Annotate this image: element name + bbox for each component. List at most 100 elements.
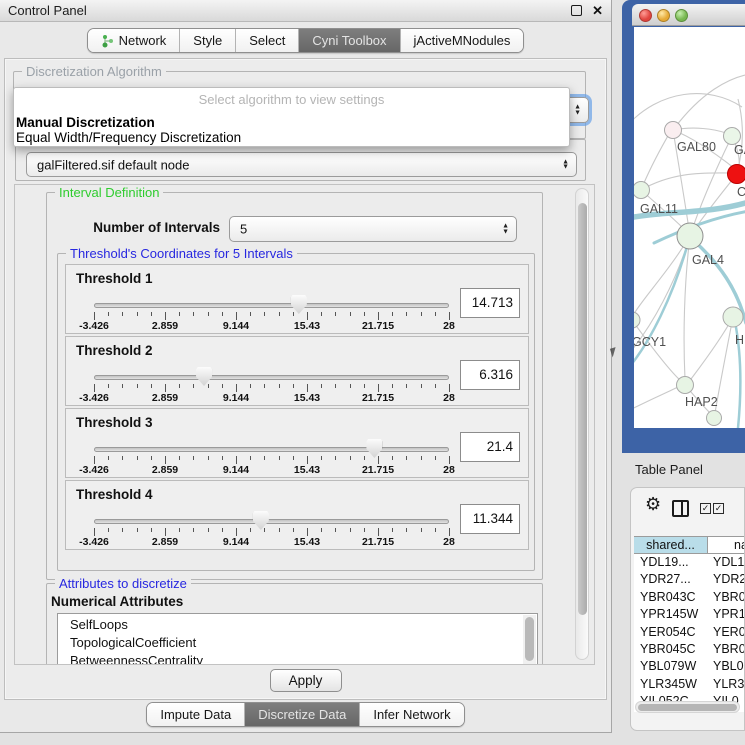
threshold-value-field[interactable]: 11.344 bbox=[460, 504, 520, 534]
tick-mark bbox=[222, 312, 223, 316]
network-edge-thick bbox=[634, 243, 688, 373]
tick-mark bbox=[350, 528, 351, 532]
tab-network[interactable]: Network bbox=[88, 29, 181, 52]
threshold-panel-4: Threshold 4-3.4262.8599.14415.4321.71528… bbox=[65, 480, 529, 550]
table-row[interactable]: YDR27...YDR2 bbox=[634, 571, 745, 588]
threshold-slider-track[interactable] bbox=[94, 375, 449, 380]
network-node[interactable] bbox=[634, 182, 650, 199]
tick-label: -3.426 bbox=[79, 536, 109, 548]
list-scrollbar-thumb[interactable] bbox=[525, 617, 534, 661]
tick-label: 2.859 bbox=[152, 320, 178, 332]
number-of-intervals-label: Number of Intervals bbox=[47, 220, 220, 235]
tick-mark bbox=[406, 312, 407, 316]
network-node[interactable] bbox=[728, 165, 745, 184]
network-edge bbox=[634, 387, 678, 412]
list-item[interactable]: BetweennessCentrality bbox=[58, 652, 537, 665]
threshold-label: Threshold 4 bbox=[76, 487, 153, 502]
tab-jactivemnodules[interactable]: jActiveMNodules bbox=[401, 29, 524, 52]
numerical-attributes-list[interactable]: SelfLoopsTopologicalCoefficientBetweenne… bbox=[57, 613, 538, 665]
attributes-group: Attributes to discretize Numerical Attri… bbox=[46, 583, 543, 665]
tick-mark bbox=[406, 528, 407, 532]
cell-name: YPR1 bbox=[708, 606, 745, 623]
table-data-combobox[interactable]: galFiltered.sif default node bbox=[26, 152, 577, 177]
table-row[interactable]: YPR145WYPR1 bbox=[634, 606, 745, 623]
table-row[interactable]: YBR045CYBR0 bbox=[634, 641, 745, 658]
combo-arrows-icon bbox=[574, 105, 581, 116]
list-item[interactable]: TopologicalCoefficient bbox=[58, 634, 537, 652]
checkbox-icon[interactable]: ✓ bbox=[713, 503, 724, 514]
tab-discretize-data[interactable]: Discretize Data bbox=[245, 703, 360, 726]
dropdown-option-equal-width-frequency-discretization[interactable]: Equal Width/Frequency Discretization bbox=[16, 130, 567, 145]
list-item[interactable]: SelfLoops bbox=[58, 616, 537, 634]
network-node[interactable] bbox=[723, 307, 743, 327]
tab-select[interactable]: Select bbox=[236, 29, 299, 52]
tick-label: 28 bbox=[443, 464, 455, 476]
threshold-slider-handle[interactable] bbox=[366, 439, 382, 458]
column-header-name[interactable]: na bbox=[708, 537, 745, 553]
network-canvas[interactable]: GAL80GACGAL11GAL4GCY1HHAP2 bbox=[634, 27, 745, 428]
column-layout-icon[interactable] bbox=[672, 500, 689, 517]
number-of-intervals-spinner[interactable]: 5 bbox=[229, 216, 517, 242]
column-header-shared-name[interactable]: shared... bbox=[634, 537, 708, 553]
tick-mark bbox=[449, 384, 450, 392]
tick-mark bbox=[264, 312, 265, 316]
network-window-titlebar[interactable] bbox=[632, 4, 745, 26]
node-table[interactable]: shared...na YDL19...YDL1YDR27...YDR2YBR0… bbox=[634, 536, 745, 712]
dropdown-option-manual-discretization[interactable]: Manual Discretization bbox=[16, 115, 567, 130]
threshold-slider-handle[interactable] bbox=[253, 511, 269, 530]
tick-mark bbox=[279, 312, 280, 316]
tab-cyni-toolbox[interactable]: Cyni Toolbox bbox=[299, 29, 400, 52]
tick-mark bbox=[193, 528, 194, 532]
table-row[interactable]: YER054CYER0 bbox=[634, 624, 745, 641]
tab-label: Cyni Toolbox bbox=[312, 33, 386, 48]
network-node[interactable] bbox=[665, 122, 682, 139]
tick-mark bbox=[179, 528, 180, 532]
float-panel-icon[interactable] bbox=[571, 5, 582, 16]
tick-mark bbox=[364, 312, 365, 316]
horizontal-scrollbar-thumb[interactable] bbox=[638, 704, 737, 711]
table-row[interactable]: YLR345WYLR3 bbox=[634, 676, 745, 693]
table-panel-title: Table Panel bbox=[635, 462, 703, 477]
tick-mark bbox=[179, 456, 180, 460]
tick-mark bbox=[122, 456, 123, 460]
threshold-value-field[interactable]: 14.713 bbox=[460, 288, 520, 318]
table-row[interactable]: YDL19...YDL1 bbox=[634, 554, 745, 571]
threshold-slider-track[interactable] bbox=[94, 447, 449, 452]
threshold-slider-handle[interactable] bbox=[196, 367, 212, 386]
gear-icon[interactable]: ⚙ bbox=[645, 494, 661, 515]
table-row[interactable]: YBR043CYBR0 bbox=[634, 589, 745, 606]
apply-button[interactable]: Apply bbox=[270, 669, 342, 692]
network-edge bbox=[641, 134, 669, 190]
table-row[interactable]: YBL079WYBL0 bbox=[634, 658, 745, 675]
tab-style[interactable]: Style bbox=[180, 29, 236, 52]
vertical-scrollbar-thumb[interactable] bbox=[578, 203, 587, 615]
checkbox-icon[interactable]: ✓ bbox=[700, 503, 711, 514]
close-panel-icon[interactable]: ✕ bbox=[592, 5, 603, 16]
list-scrollbar[interactable] bbox=[523, 615, 536, 665]
network-node[interactable] bbox=[724, 128, 741, 145]
tick-mark bbox=[151, 528, 152, 532]
tick-label: 9.144 bbox=[223, 536, 249, 548]
tick-mark bbox=[222, 528, 223, 532]
horizontal-scrollbar[interactable] bbox=[635, 701, 740, 713]
network-node[interactable] bbox=[677, 223, 703, 249]
network-node[interactable] bbox=[634, 312, 640, 328]
vertical-scrollbar[interactable] bbox=[575, 188, 589, 660]
threshold-value-field[interactable]: 21.4 bbox=[460, 432, 520, 462]
threshold-slider-track[interactable] bbox=[94, 519, 449, 524]
threshold-slider-track[interactable] bbox=[94, 303, 449, 308]
network-node[interactable] bbox=[707, 411, 722, 426]
zoom-traffic-light-icon[interactable] bbox=[675, 9, 688, 22]
tab-infer-network[interactable]: Infer Network bbox=[360, 703, 463, 726]
table-header: shared...na bbox=[634, 536, 745, 554]
tick-mark bbox=[392, 312, 393, 316]
close-traffic-light-icon[interactable] bbox=[639, 9, 652, 22]
network-node[interactable] bbox=[677, 377, 694, 394]
threshold-value-field[interactable]: 6.316 bbox=[460, 360, 520, 390]
threshold-slider-handle[interactable] bbox=[291, 295, 307, 314]
tab-impute-data[interactable]: Impute Data bbox=[147, 703, 245, 726]
table-panel-region: Table Panel ⚙ ✓ ✓ shared...na YDL19...YD… bbox=[612, 453, 745, 745]
minimize-traffic-light-icon[interactable] bbox=[657, 9, 670, 22]
tick-label: -3.426 bbox=[79, 320, 109, 332]
tick-mark bbox=[137, 456, 138, 460]
